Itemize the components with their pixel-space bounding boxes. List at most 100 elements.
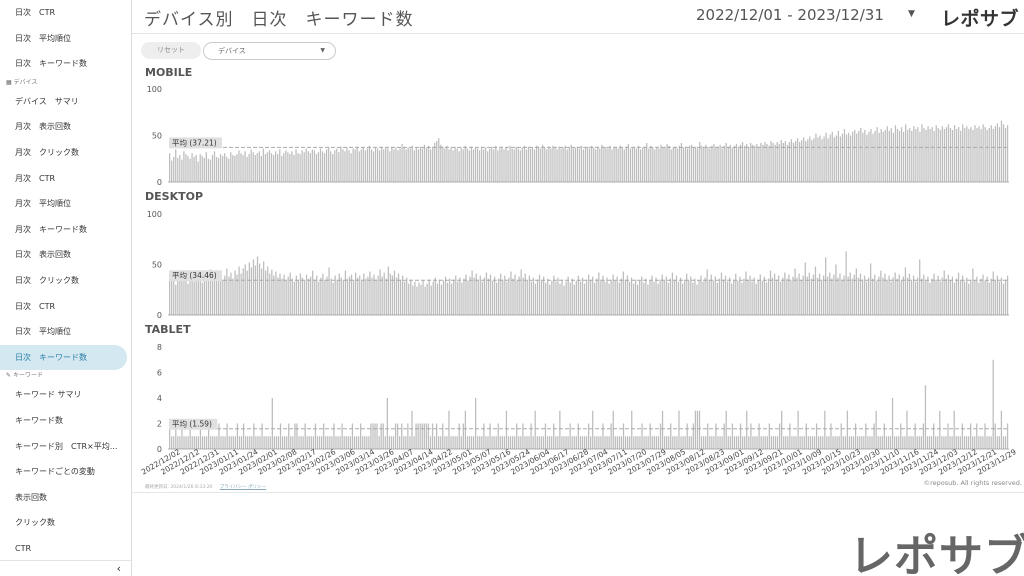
y-tick-label: 100 (147, 210, 162, 219)
bar (833, 137, 835, 182)
sidebar-item[interactable]: CTR (0, 536, 131, 562)
bar (265, 436, 267, 449)
sidebar-item[interactable]: キーワードごとの変動 (0, 459, 131, 485)
bar (505, 147, 507, 182)
bar (729, 277, 731, 315)
bar (756, 143, 758, 182)
sidebar-item[interactable]: キーワード数 (0, 408, 131, 434)
bar (859, 436, 861, 449)
sidebar-collapse-button[interactable]: ‹ (0, 560, 131, 576)
sidebar-item[interactable]: 日次 クリック数 (0, 268, 131, 294)
sidebar-item[interactable]: 月次 CTR (0, 166, 131, 192)
privacy-link[interactable]: プライバシー ポリシー (220, 485, 266, 490)
sidebar: 日次 CTR 日次 平均順位 日次 キーワード数 ▦ デバイス デバイス サマリ 月次 表示… (0, 0, 132, 576)
sidebar-item[interactable]: クリック数 (0, 510, 131, 536)
bar (902, 131, 905, 182)
sidebar-item[interactable]: 月次 クリック数 (0, 140, 131, 166)
bar (485, 147, 487, 182)
bar (774, 144, 776, 182)
sidebar-item[interactable]: 日次 平均順位 (0, 26, 131, 52)
bar (869, 436, 871, 449)
bar (203, 157, 205, 182)
sidebar-item[interactable]: 日次 表示回数 (0, 242, 131, 268)
bar (301, 150, 303, 182)
bar (986, 129, 988, 182)
bar (587, 423, 590, 449)
bar (927, 276, 929, 315)
bar (372, 423, 374, 449)
bar (336, 279, 338, 315)
bar (918, 436, 920, 449)
bar (427, 423, 430, 449)
sidebar-item[interactable]: 日次 平均順位 (0, 319, 131, 345)
bar (281, 436, 284, 449)
bar (852, 131, 854, 182)
bar (676, 148, 678, 182)
bar (739, 144, 742, 182)
bar (511, 436, 514, 449)
reset-button[interactable]: リセット (141, 42, 201, 59)
bar (815, 133, 817, 182)
sidebar-item[interactable]: 月次 表示回数 (0, 114, 131, 140)
bar (879, 436, 881, 449)
bar (828, 436, 830, 449)
bar (900, 127, 903, 182)
sidebar-item[interactable]: キーワード サマリ (0, 382, 131, 408)
bar (554, 147, 556, 182)
bar (665, 276, 667, 315)
bar (444, 276, 447, 315)
bar (747, 279, 749, 315)
bar (289, 154, 291, 182)
bar (690, 276, 692, 315)
bar (620, 278, 622, 315)
bar (996, 275, 999, 315)
sidebar-item[interactable]: デバイス サマリ (0, 89, 131, 115)
bar (201, 155, 203, 182)
sidebar-item[interactable]: 月次 平均順位 (0, 191, 131, 217)
bar (919, 131, 921, 182)
bar (909, 128, 911, 182)
sidebar-item[interactable]: キーワード別 CTR×平均... (0, 434, 131, 460)
bar (908, 436, 910, 449)
bar (384, 436, 386, 449)
sidebar-item[interactable]: 月次 キーワード数 (0, 217, 131, 243)
bar (318, 436, 321, 449)
bar (672, 147, 674, 182)
bar (733, 145, 736, 182)
bar (351, 423, 354, 449)
sidebar-item[interactable]: 日次 CTR (0, 294, 131, 320)
sidebar-item[interactable]: 表示回数 (0, 485, 131, 511)
bar (906, 410, 908, 449)
bar (743, 278, 745, 315)
bar (387, 148, 389, 182)
bar (546, 436, 549, 449)
bar (313, 150, 316, 182)
sidebar-item[interactable]: 日次 CTR (0, 0, 131, 26)
bar (962, 124, 964, 182)
bar (334, 275, 336, 315)
bar (191, 153, 193, 182)
bar (489, 148, 491, 182)
sidebar-item[interactable]: 日次 キーワード数 (0, 344, 127, 371)
bar (319, 148, 322, 182)
bar (169, 153, 171, 182)
bar (435, 423, 438, 449)
bar (532, 277, 535, 315)
bar (332, 154, 334, 182)
bar (881, 436, 883, 449)
bar (825, 132, 827, 182)
bar (758, 146, 760, 182)
bar (234, 155, 236, 182)
date-range-picker[interactable]: 2022/12/01 - 2023/12/31 (696, 6, 884, 24)
bar (986, 276, 988, 315)
bar (275, 151, 277, 182)
bar (459, 277, 461, 315)
bar (509, 436, 512, 449)
sidebar-item[interactable]: 日次 キーワード数 (0, 51, 131, 77)
device-select[interactable]: デバイス ▼ (203, 42, 336, 60)
bar (889, 436, 892, 449)
bar (518, 436, 520, 449)
bar (415, 147, 417, 182)
caret-down-icon[interactable]: ▼ (908, 9, 915, 19)
bar (801, 140, 803, 182)
